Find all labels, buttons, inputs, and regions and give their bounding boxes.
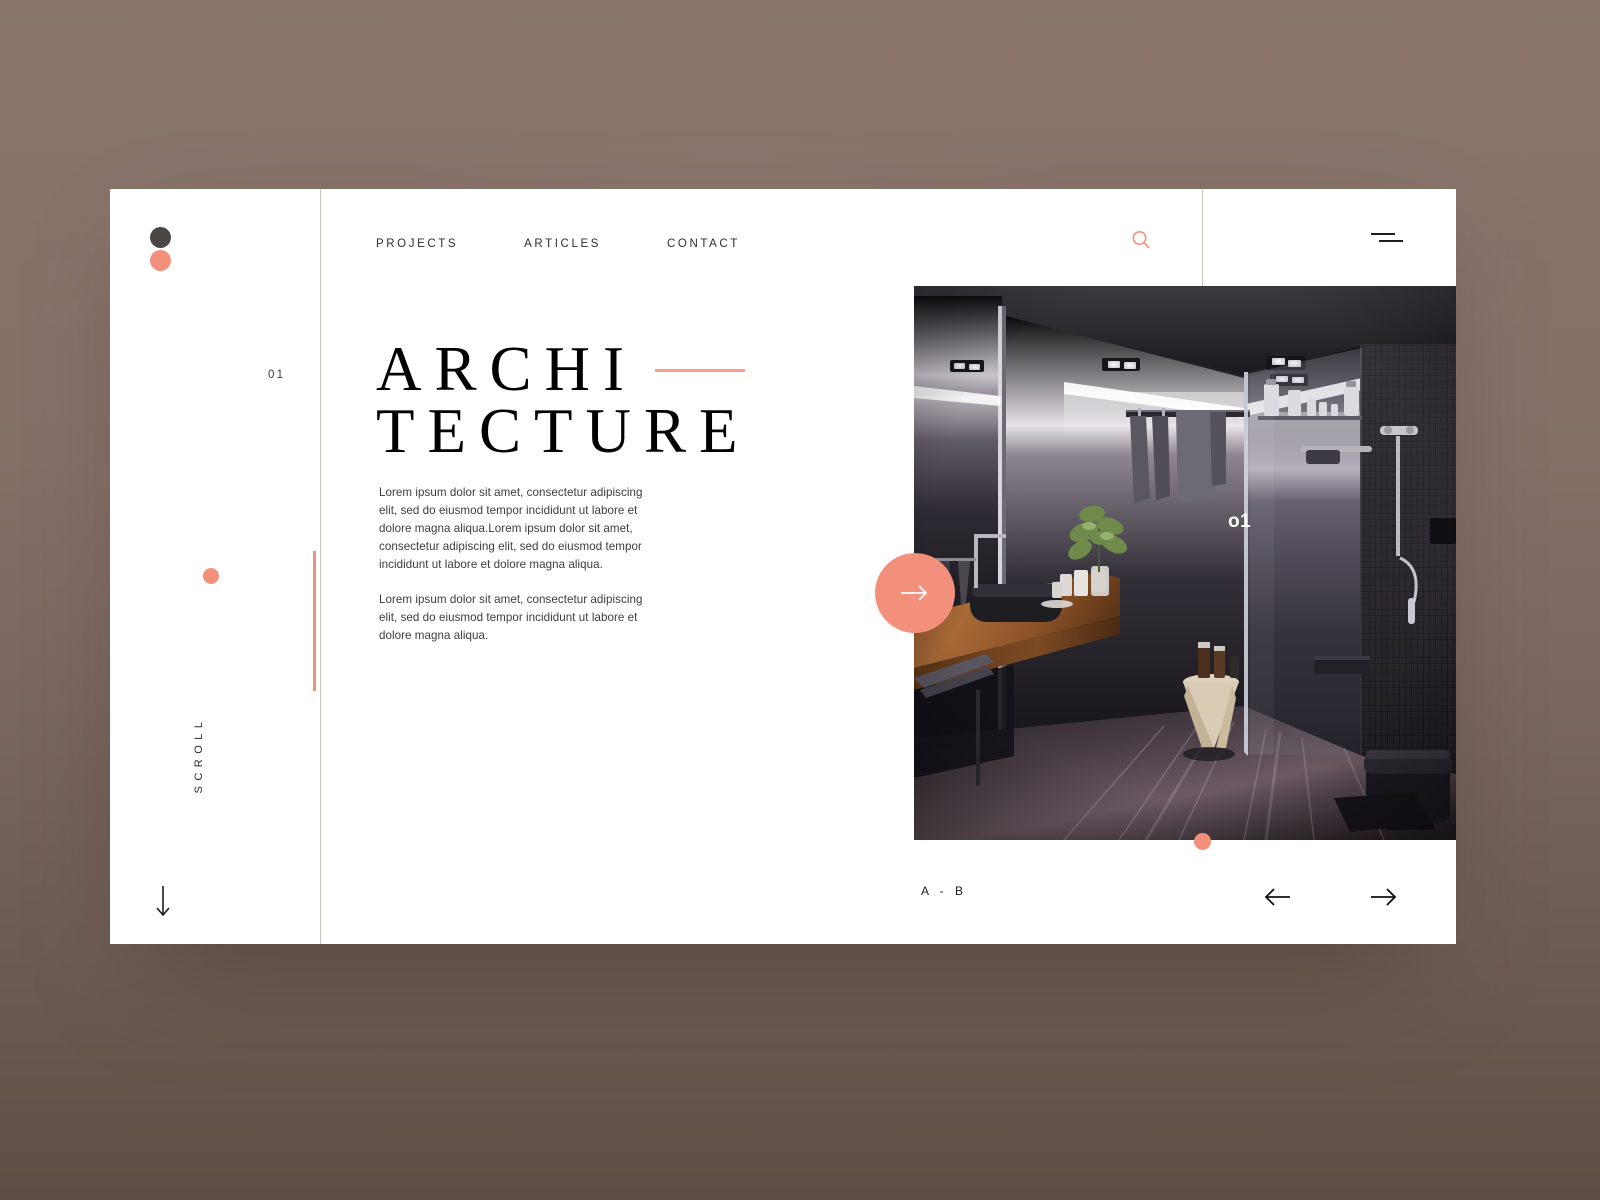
logo-dot-coral-icon (150, 250, 171, 271)
title-accent-rule (655, 369, 745, 372)
scroll-label: SCROLL (193, 716, 205, 794)
search-icon[interactable] (1130, 229, 1152, 251)
paragraph-2: Lorem ipsum dolor sit amet, consectetur … (379, 593, 643, 642)
page-title-line-1: ARCHI (376, 334, 638, 404)
showcase-image-label: o1 (1228, 511, 1252, 532)
showcase-image[interactable] (914, 286, 1456, 840)
main-navigation: PROJECTS ARTICLES CONTACT (376, 238, 740, 250)
hamburger-menu-icon[interactable] (1371, 228, 1403, 248)
image-marker-dot[interactable] (1194, 833, 1211, 850)
prev-slide-button[interactable] (1263, 882, 1293, 912)
arrow-right-icon (1371, 888, 1397, 906)
paragraph-1: Lorem ipsum dolor sit amet, consectetur … (379, 486, 643, 571)
divider-left-rail (320, 189, 321, 944)
arrow-right-icon (901, 585, 928, 601)
nav-item-articles[interactable]: ARTICLES (524, 238, 601, 250)
hero-description: Lorem ipsum dolor sit amet, consectetur … (379, 484, 647, 645)
slide-range-label: A - B (921, 884, 968, 898)
hero-index-number: 01 (268, 369, 286, 381)
rail-progress-dot[interactable] (203, 568, 219, 584)
paragraph-accent-bar (313, 551, 316, 691)
arrow-left-icon (1264, 888, 1290, 906)
nav-item-projects[interactable]: PROJECTS (376, 238, 458, 250)
next-slide-button[interactable] (1368, 882, 1398, 912)
logo-dot-dark-icon (150, 227, 171, 248)
next-slide-cta-button[interactable] (875, 553, 955, 633)
nav-item-contact[interactable]: CONTACT (667, 238, 740, 250)
arrow-down-icon[interactable] (153, 884, 173, 920)
browser-card (110, 189, 1456, 944)
menu-line-top (1371, 233, 1395, 235)
page-title: ARCHI TECTURE (376, 334, 896, 466)
menu-line-bottom (1379, 240, 1403, 242)
brand-logo[interactable] (150, 227, 171, 271)
page-title-line-2: TECTURE (376, 396, 751, 466)
